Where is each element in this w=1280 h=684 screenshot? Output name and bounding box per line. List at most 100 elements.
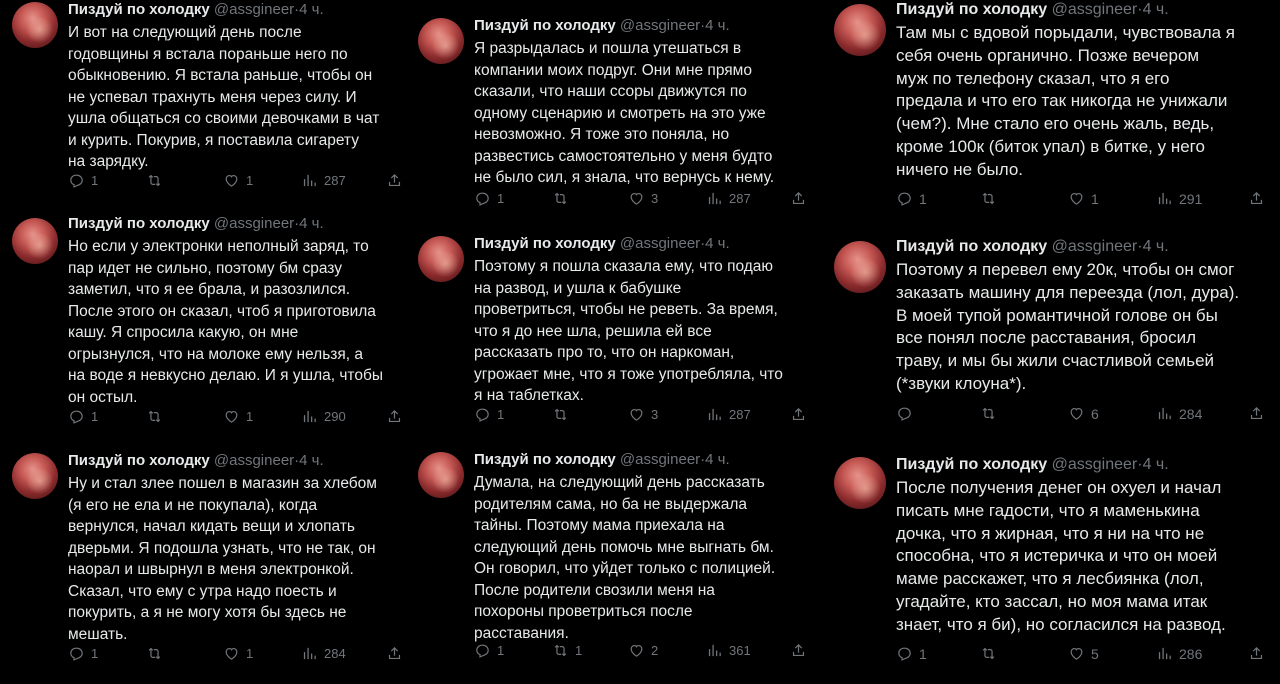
timestamp[interactable]: 4 ч. — [299, 215, 324, 232]
views-button[interactable]: 361 — [706, 642, 751, 659]
author-handle[interactable]: @assgineer — [214, 452, 294, 469]
avatar[interactable] — [834, 241, 886, 293]
view-count: 290 — [324, 409, 346, 424]
like-button[interactable]: 2 — [628, 642, 658, 659]
view-count: 284 — [1179, 405, 1203, 422]
share-button[interactable] — [790, 642, 807, 659]
reply-button[interactable]: 1 — [474, 190, 504, 207]
like-icon — [1070, 407, 1083, 420]
like-button[interactable]: 5 — [1068, 645, 1099, 662]
author-name[interactable]: Пиздуй по холодку — [68, 215, 210, 232]
avatar[interactable] — [418, 236, 464, 282]
author-handle[interactable]: @assgineer — [214, 215, 294, 232]
author-handle[interactable]: @assgineer — [214, 1, 294, 18]
tweet[interactable]: Пиздуй по холодку @assgineer·4 ч. Там мы… — [822, 0, 1280, 225]
avatar[interactable] — [418, 18, 464, 64]
reply-button[interactable] — [896, 405, 919, 422]
avatar[interactable] — [418, 452, 464, 498]
author-name[interactable]: Пиздуй по холодку — [474, 451, 616, 468]
retweet-button[interactable] — [980, 190, 1003, 207]
author-name[interactable]: Пиздуй по холодку — [896, 456, 1047, 473]
author-handle[interactable]: @assgineer — [1052, 238, 1138, 255]
author-handle[interactable]: @assgineer — [620, 235, 700, 252]
timestamp[interactable]: 4 ч. — [705, 235, 730, 252]
author-handle[interactable]: @assgineer — [620, 451, 700, 468]
avatar[interactable] — [834, 4, 886, 56]
timestamp[interactable]: 4 ч. — [1143, 238, 1169, 255]
retweet-button[interactable] — [146, 408, 169, 425]
avatar[interactable] — [12, 2, 58, 48]
views-button[interactable]: 291 — [1156, 190, 1202, 207]
tweet-text: И вот на следующий день после годовщины … — [68, 24, 380, 170]
reply-button[interactable]: 1 — [474, 406, 504, 423]
author-name[interactable]: Пиздуй по холодку — [896, 238, 1047, 255]
views-button[interactable]: 284 — [1156, 405, 1202, 422]
views-button[interactable]: 284 — [301, 645, 346, 662]
author-name[interactable]: Пиздуй по холодку — [474, 235, 616, 252]
views-button[interactable]: 287 — [706, 190, 751, 207]
like-button[interactable]: 6 — [1068, 405, 1099, 422]
like-button[interactable]: 1 — [1068, 190, 1099, 207]
timestamp[interactable]: 4 ч. — [1143, 456, 1169, 473]
views-button[interactable]: 290 — [301, 408, 346, 425]
like-button[interactable]: 1 — [223, 172, 253, 189]
view-count: 287 — [324, 173, 346, 188]
tweet[interactable]: Пиздуй по холодку @assgineer·4 ч. Поэтом… — [408, 234, 818, 448]
view-count: 287 — [729, 191, 751, 206]
views-icon — [708, 408, 721, 421]
author-name[interactable]: Пиздуй по холодку — [474, 17, 616, 34]
retweet-button[interactable] — [552, 406, 575, 423]
author-name[interactable]: Пиздуй по холодку — [68, 452, 210, 469]
like-button[interactable]: 3 — [628, 190, 658, 207]
retweet-button[interactable] — [146, 172, 169, 189]
avatar[interactable] — [12, 218, 58, 264]
author-handle[interactable]: @assgineer — [620, 17, 700, 34]
timestamp[interactable]: 4 ч. — [1143, 1, 1169, 18]
share-button[interactable] — [1248, 405, 1265, 422]
author-name[interactable]: Пиздуй по холодку — [68, 1, 210, 18]
avatar[interactable] — [834, 457, 886, 509]
timestamp[interactable]: 4 ч. — [299, 1, 324, 18]
share-button[interactable] — [790, 406, 807, 423]
like-button[interactable]: 1 — [223, 645, 253, 662]
reply-button[interactable]: 1 — [896, 190, 927, 207]
reply-button[interactable]: 1 — [474, 642, 504, 659]
retweet-button[interactable] — [980, 645, 1003, 662]
retweet-button[interactable] — [146, 645, 169, 662]
tweet[interactable]: Пиздуй по холодку @assgineer·4 ч. После … — [822, 455, 1280, 684]
share-button[interactable] — [790, 190, 807, 207]
author-handle[interactable]: @assgineer — [1052, 456, 1138, 473]
reply-button[interactable]: 1 — [68, 408, 98, 425]
views-button[interactable]: 287 — [301, 172, 346, 189]
timestamp[interactable]: 4 ч. — [299, 452, 324, 469]
tweet[interactable]: Пиздуй по холодку @assgineer·4 ч. Ну и с… — [0, 451, 408, 684]
reply-icon — [70, 174, 83, 188]
share-button[interactable] — [1248, 645, 1265, 662]
retweet-button[interactable] — [552, 190, 575, 207]
reply-button[interactable]: 1 — [68, 645, 98, 662]
share-button[interactable] — [386, 645, 403, 662]
share-button[interactable] — [1248, 190, 1265, 207]
timestamp[interactable]: 4 ч. — [705, 17, 730, 34]
tweet[interactable]: Пиздуй по холодку @assgineer·4 ч. Но есл… — [0, 214, 408, 450]
timestamp[interactable]: 4 ч. — [705, 451, 730, 468]
like-button[interactable]: 1 — [223, 408, 253, 425]
retweet-button[interactable]: 1 — [552, 642, 582, 659]
reply-button[interactable]: 1 — [896, 645, 927, 662]
like-button[interactable]: 3 — [628, 406, 658, 423]
views-button[interactable]: 287 — [706, 406, 751, 423]
reply-icon — [476, 644, 489, 658]
author-handle[interactable]: @assgineer — [1052, 1, 1138, 18]
tweet[interactable]: Пиздуй по холодку @assgineer·4 ч. И вот … — [0, 0, 408, 215]
retweet-button[interactable] — [980, 405, 1003, 422]
author-name[interactable]: Пиздуй по холодку — [896, 1, 1047, 18]
tweet[interactable]: Пиздуй по холодку @assgineer·4 ч. Поэтом… — [822, 237, 1280, 447]
tweet[interactable]: Пиздуй по холодку @assgineer·4 ч. Думала… — [408, 450, 818, 684]
tweet[interactable]: Пиздуй по холодку @assgineer·4 ч. Я разр… — [408, 16, 818, 231]
reply-button[interactable]: 1 — [68, 172, 98, 189]
avatar[interactable] — [12, 453, 58, 499]
views-button[interactable]: 286 — [1156, 645, 1202, 662]
share-button[interactable] — [386, 172, 403, 189]
share-button[interactable] — [386, 408, 403, 425]
views-icon — [708, 192, 721, 205]
